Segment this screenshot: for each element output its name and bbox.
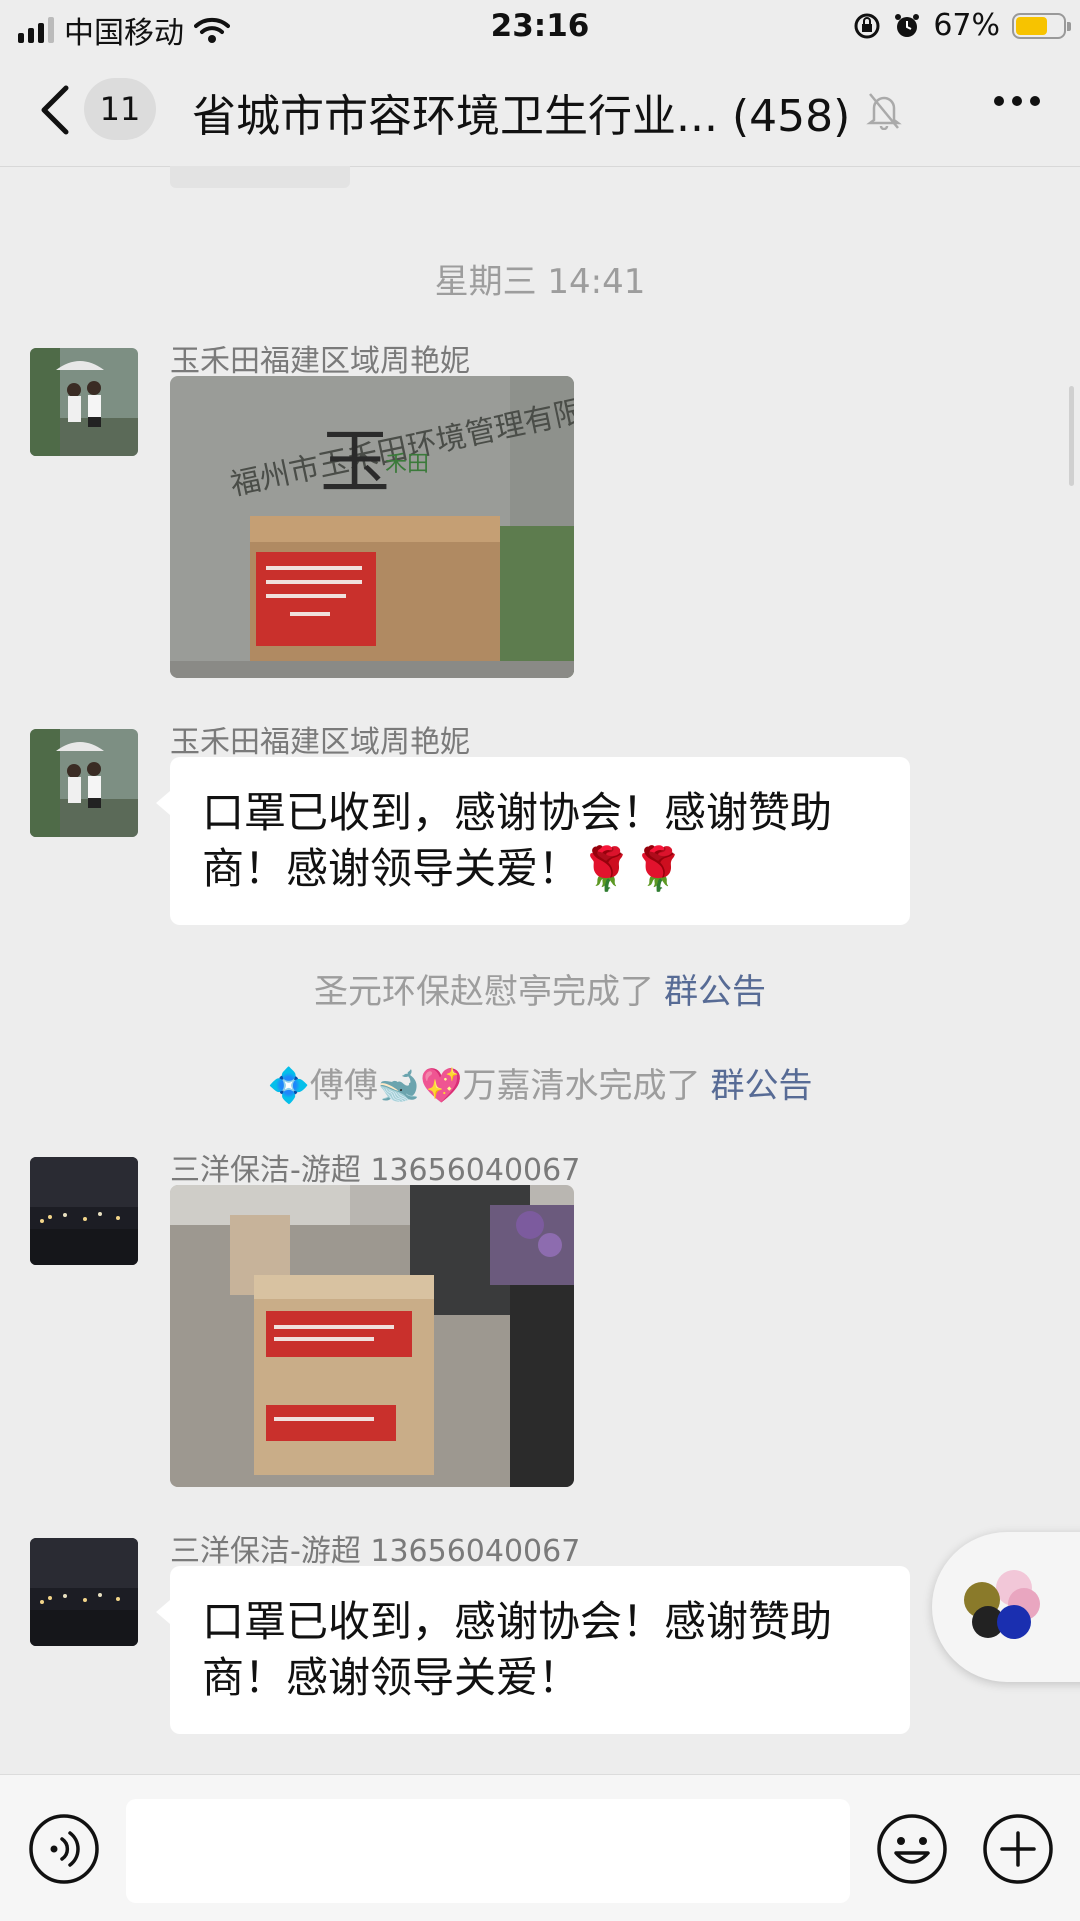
sender-name: 三洋保洁-游超 13656040067 [170, 1153, 581, 1188]
chat-title: 省城市市容环境卫生行业... (458) [192, 80, 850, 144]
chat-header: 11 省城市市容环境卫生行业... (458) [0, 54, 1080, 167]
sender-name: 三洋保洁-游超 13656040067 [170, 1534, 581, 1569]
voice-icon[interactable] [28, 1813, 100, 1885]
text-message-bubble[interactable]: 口罩已收到，感谢协会！感谢赞助商！感谢领导关爱！🌹🌹 [156, 757, 910, 925]
text-message-bubble[interactable]: 口罩已收到，感谢协会！感谢赞助商！感谢领导关爱！ [156, 1566, 910, 1734]
avatar[interactable] [30, 1157, 138, 1265]
mute-bell-icon [866, 93, 902, 130]
battery-icon [1012, 12, 1071, 39]
battery-fill [1016, 16, 1047, 35]
member-count: (458) [731, 91, 851, 142]
svg-text:玉: 玉 [320, 421, 390, 503]
avatar-photo [30, 1538, 138, 1646]
emoji-icon[interactable] [876, 1813, 948, 1885]
unread-count-badge[interactable]: 11 [84, 78, 156, 140]
more-dot-icon [994, 96, 1004, 106]
group-name: 省城市市容环境卫生行业... [192, 91, 718, 142]
avatar[interactable] [30, 1538, 138, 1646]
message-list[interactable]: 星期三 14:41 玉禾田福建区域周艳妮 福州市玉禾田环境管理有限公司 玉 禾田 [0, 166, 1080, 1774]
more-dot-icon [1030, 96, 1040, 106]
plus-icon[interactable] [982, 1813, 1054, 1885]
avatar-photo [30, 729, 138, 837]
battery-percent: 67% [933, 8, 1000, 43]
group-notice-link[interactable]: 群公告 [711, 1066, 813, 1106]
system-notice-text: 💠傅傅🐋💖万嘉清水完成了 [267, 1066, 701, 1106]
rotation-lock-icon [854, 13, 880, 38]
avatar-photo [30, 1157, 138, 1265]
avatar-photo [30, 348, 138, 456]
alarm-icon [895, 13, 920, 37]
boxes-photo [170, 1185, 574, 1487]
floating-app-icon [964, 1570, 1040, 1639]
scrollbar[interactable] [1069, 386, 1074, 486]
sender-name: 玉禾田福建区域周艳妮 [170, 344, 470, 379]
message-input[interactable] [126, 1799, 850, 1903]
sender-name: 玉禾田福建区域周艳妮 [170, 725, 470, 760]
avatar[interactable] [30, 729, 138, 837]
avatar[interactable] [30, 348, 138, 456]
system-notice: 💠傅傅🐋💖万嘉清水完成了 群公告 [0, 1058, 1080, 1107]
message-timestamp: 星期三 14:41 [434, 262, 646, 302]
back-arrow-icon[interactable] [32, 82, 82, 138]
input-bar [0, 1774, 1080, 1921]
system-notice-text: 圣元环保赵慰亭完成了 [314, 972, 654, 1012]
previous-message-fragment [170, 166, 350, 188]
system-notice: 圣元环保赵慰亭完成了 群公告 [0, 964, 1080, 1013]
more-options-button[interactable] [994, 96, 1040, 106]
status-right: 67% [853, 8, 1071, 43]
image-message[interactable] [170, 1185, 574, 1487]
status-bar: 中国移动 23:16 67% [0, 0, 1080, 54]
more-dot-icon [1012, 96, 1022, 106]
svg-text:禾田: 禾田 [385, 452, 429, 477]
image-message[interactable]: 福州市玉禾田环境管理有限公司 玉 禾田 [170, 376, 574, 678]
floating-window-button[interactable] [932, 1532, 1080, 1682]
group-notice-link[interactable]: 群公告 [664, 972, 766, 1012]
box-photo: 福州市玉禾田环境管理有限公司 玉 禾田 [170, 376, 574, 678]
